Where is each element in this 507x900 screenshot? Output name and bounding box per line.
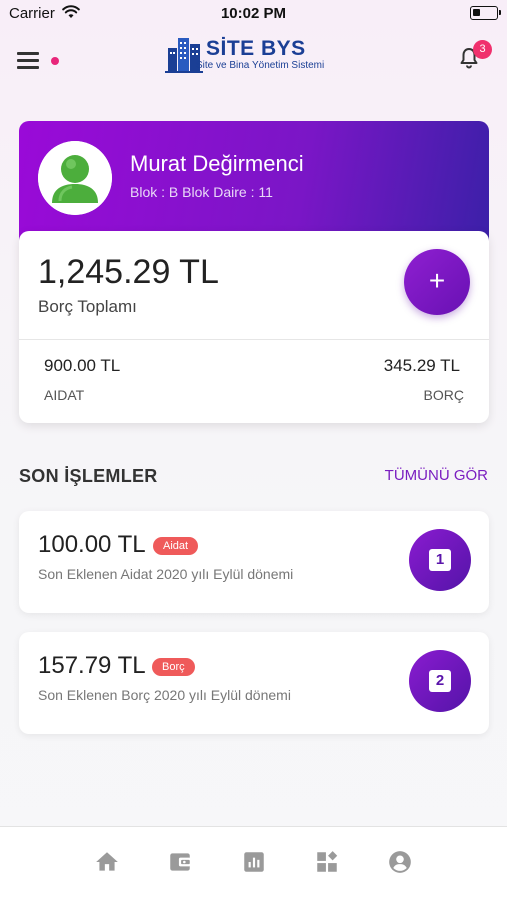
home-icon[interactable] [94,849,120,875]
logo-title: SİTE BYS [206,37,306,60]
transaction-type-badge: Borç [152,658,195,676]
user-avatar-icon[interactable] [38,141,112,215]
transaction-number: 1 [429,549,451,571]
menu-indicator-dot [51,57,59,65]
profile-card: Murat Değirmenci Blok : B Blok Daire : 1… [19,121,489,249]
see-all-link[interactable]: TÜMÜNÜ GÖR [385,467,488,484]
borc-label: BORÇ [423,387,464,403]
transaction-amount: 100.00 TL [38,531,146,558]
battery-icon [470,6,501,20]
notification-badge: 3 [473,40,492,59]
add-button[interactable]: + [404,249,470,315]
transaction-type-badge: Aidat [153,537,199,555]
balance-card: 1,245.29 TL Borç Toplamı + 900.00 TL AID… [19,231,489,423]
transaction-amount: 157.79 TL [38,652,146,679]
app-header: SİTE BYS Site ve Bina Yönetim Sistemi 3 [0,28,507,92]
chart-icon[interactable] [241,849,267,875]
transaction-card[interactable]: 157.79 TL Borç Son Eklenen Borç 2020 yıl… [19,632,489,734]
transaction-description: Son Eklenen Aidat 2020 yılı Eylül dönemi [38,566,294,582]
aidat-label: AIDAT [44,387,85,403]
app-logo: SİTE BYS Site ve Bina Yönetim Sistemi [165,34,345,74]
divider [19,339,489,340]
transaction-card[interactable]: 100.00 TL Aidat Son Eklenen Aidat 2020 y… [19,511,489,613]
borc-amount: 345.29 TL [383,356,460,375]
recent-transactions-title: SON İŞLEMLER [19,466,158,486]
logo-subtitle: Site ve Bina Yönetim Sistemi [196,60,325,71]
transaction-description: Son Eklenen Borç 2020 yılı Eylül dönemi [38,687,291,703]
bottom-tab-bar [0,826,507,900]
clock: 10:02 PM [220,5,287,22]
transaction-number: 2 [429,670,451,692]
hamburger-menu-icon[interactable] [17,52,39,69]
wallet-icon[interactable] [167,849,193,875]
user-apartment-info: Blok : B Blok Daire : 11 [130,184,273,200]
user-name: Murat Değirmenci [130,151,304,176]
total-debt-amount: 1,245.29 TL [38,253,219,291]
transaction-number-icon[interactable]: 2 [409,650,471,712]
account-icon[interactable] [387,849,413,875]
status-bar: Carrier 10:02 PM [0,0,507,28]
dashboard-icon[interactable] [314,849,340,875]
aidat-amount: 900.00 TL [44,356,121,375]
total-debt-label: Borç Toplamı [38,297,137,316]
transaction-number-icon[interactable]: 1 [409,529,471,591]
